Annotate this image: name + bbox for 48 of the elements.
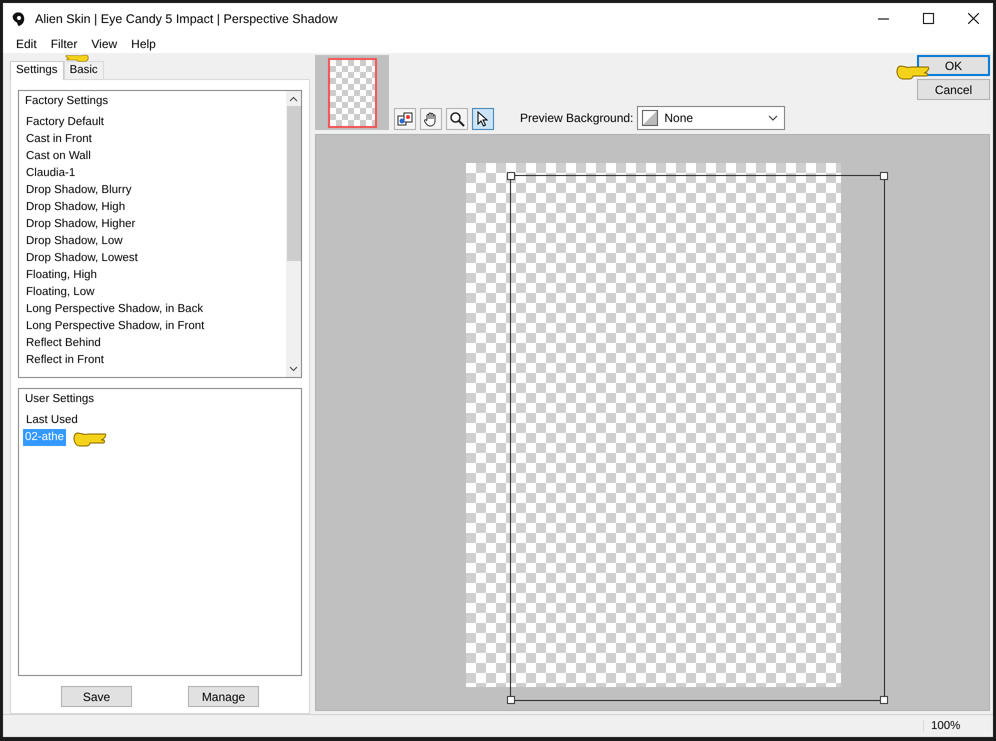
chevron-down-icon	[768, 115, 778, 121]
preset-item[interactable]: Drop Shadow, Higher	[25, 216, 280, 233]
scrollbar[interactable]	[286, 91, 301, 377]
preset-item[interactable]: Last Used	[25, 412, 79, 429]
preset-item[interactable]: Floating, High	[25, 267, 280, 284]
scroll-down-icon[interactable]	[289, 366, 298, 372]
settings-button[interactable]: Save	[61, 686, 132, 707]
preset-item[interactable]: Claudia-1	[25, 165, 280, 182]
preset-item[interactable]: Drop Shadow, Blurry	[25, 182, 280, 199]
zoom-level: 100%	[923, 720, 993, 732]
window-title: Alien Skin | Eye Candy 5 Impact | Perspective Shadow	[35, 12, 338, 26]
list-header: User Settings	[25, 393, 96, 407]
tab[interactable]: Settings	[10, 61, 64, 80]
menu-item[interactable]: Edit	[9, 36, 44, 50]
zoom-icon	[449, 111, 465, 127]
tool-button[interactable]	[446, 108, 468, 130]
dialog-button[interactable]: OK	[917, 55, 990, 76]
preset-item[interactable]: Factory Default	[25, 114, 280, 131]
menu-item[interactable]: Help	[124, 36, 163, 50]
scroll-up-icon[interactable]	[289, 96, 298, 102]
preset-item[interactable]: Reflect Behind	[25, 335, 280, 352]
tool-button[interactable]	[472, 108, 494, 130]
pointer-icon	[477, 111, 489, 127]
swatch-icon	[642, 110, 658, 126]
tab[interactable]: Basic	[64, 61, 104, 79]
photo-placeholder[interactable]	[328, 58, 376, 128]
menu-item[interactable]: View	[84, 36, 124, 50]
preset-item[interactable]: Cast in Front	[25, 131, 280, 148]
dialog-button[interactable]: Cancel	[917, 79, 990, 100]
preset-item[interactable]: Long Perspective Shadow, in Front	[25, 318, 280, 335]
preset-item[interactable]: Cast on Wall	[25, 148, 280, 165]
list-header: Factory Settings	[25, 95, 110, 109]
pointing-hand-icon	[65, 52, 89, 62]
preset-item[interactable]: Drop Shadow, High	[25, 199, 280, 216]
maximize-icon[interactable]	[923, 13, 934, 24]
tool-button[interactable]	[394, 108, 416, 130]
preset-item[interactable]: Drop Shadow, Low	[25, 233, 280, 250]
close-icon[interactable]	[968, 13, 979, 24]
settings-button[interactable]: Manage	[188, 686, 259, 707]
preset-item[interactable]: Floating, Low	[25, 284, 280, 301]
preview-swap-icon	[397, 111, 413, 127]
preset-item[interactable]: Long Perspective Shadow, in Back	[25, 301, 280, 318]
preview-background-label: Preview Background:	[520, 111, 634, 125]
preset-item[interactable]: Drop Shadow, Lowest	[25, 250, 280, 267]
tool-button[interactable]	[420, 108, 442, 130]
preset-item[interactable]: Reflect in Front	[25, 352, 280, 369]
menu-item[interactable]: Filter	[44, 36, 84, 50]
preview-background-dropdown[interactable]: None	[637, 106, 786, 130]
